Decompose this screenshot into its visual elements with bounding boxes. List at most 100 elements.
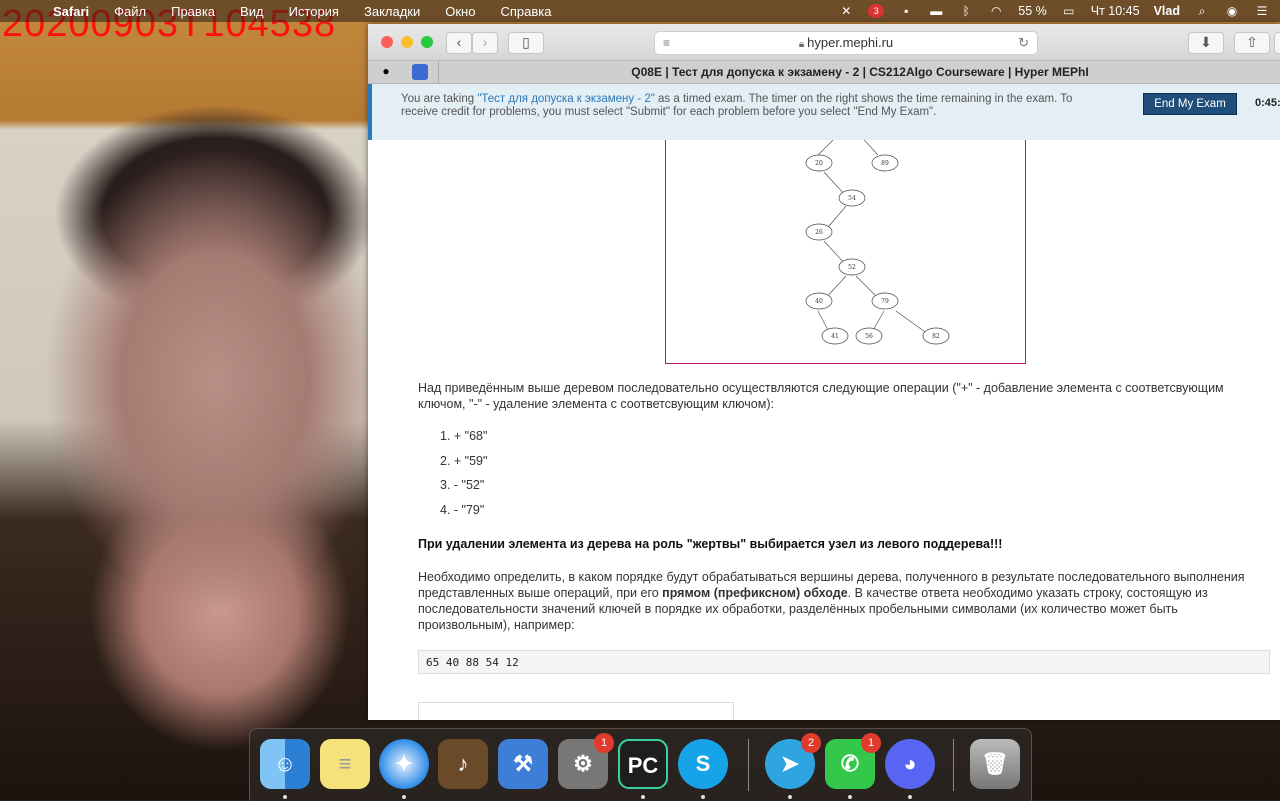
siri-icon[interactable]: ◉	[1224, 4, 1240, 18]
tree-node-label: 20	[815, 160, 823, 167]
new-tab-button[interactable]: +	[1274, 32, 1280, 54]
finder-icon[interactable]: ☺	[260, 739, 310, 789]
running-indicator	[701, 795, 705, 799]
running-indicator	[641, 795, 645, 799]
downloads-button[interactable]: ⬇	[1188, 32, 1224, 54]
running-indicator	[283, 795, 287, 799]
xcode-icon[interactable]: ⚒	[498, 739, 548, 789]
tree-node-label: 26	[815, 229, 823, 236]
skype-icon[interactable]: S	[678, 739, 728, 789]
tree-node-label: 40	[815, 298, 823, 305]
dock-divider	[748, 739, 749, 791]
exam-banner-text: You are taking "Тест для допуска к экзам…	[401, 93, 1101, 119]
system-preferences-icon[interactable]: ⚙ 1	[558, 733, 614, 789]
window-minimize-button[interactable]	[401, 36, 413, 48]
dock-divider	[953, 739, 954, 791]
battery-percent[interactable]: 55 %	[1018, 4, 1047, 18]
chevron-left-icon: ‹	[456, 34, 462, 50]
menu-app-name[interactable]: Safari	[40, 4, 101, 19]
menu-history[interactable]: История	[276, 4, 351, 19]
browser-toolbar: ‹ › ▯ ≡ 🔒︎hyper.mephi.ru ↻ ⬇ ⇧ +	[368, 24, 1280, 61]
battery-icon[interactable]: ▭	[1061, 4, 1077, 18]
user-name[interactable]: Vlad	[1154, 4, 1180, 18]
chevron-right-icon: ›	[482, 34, 488, 50]
back-button[interactable]: ‹	[446, 32, 472, 54]
flag-icon[interactable]: ▬	[928, 4, 944, 18]
telegram-icon[interactable]: ➤ 2	[765, 733, 821, 789]
page-content: 20 89 54 26 52 40 79 41 56 82 Над привед…	[368, 140, 1280, 720]
notification-icon[interactable]: ▪	[898, 4, 914, 18]
operation-item: 3. - "52"	[440, 478, 485, 492]
notification-center-icon[interactable]: ☰	[1254, 4, 1270, 18]
badge: 2	[801, 733, 821, 753]
exam-text-before: You are taking	[401, 93, 478, 105]
running-indicator	[788, 795, 792, 799]
lock-icon: 🔒︎	[798, 39, 805, 50]
operations-list: 1. + "68" 2. + "59" 3. - "52" 4. - "79"	[440, 428, 487, 526]
menu-window[interactable]: Окно	[432, 4, 487, 19]
share-icon: ⇧	[1246, 34, 1258, 50]
wifi-icon[interactable]: ◠	[988, 4, 1004, 18]
address-bar[interactable]: ≡ 🔒︎ hyper.mephi.ru ↻	[654, 31, 1038, 55]
tree-node-label: 52	[848, 264, 856, 271]
exam-link[interactable]: "Тест для допуска к экзамену - 2"	[477, 93, 655, 105]
address-text: hyper.mephi.ru	[807, 35, 894, 50]
tree-node-label: 56	[865, 333, 873, 340]
dock: ☺ ≡ ✦ ♪ ⚒ ⚙ 1 PC S ➤ 2 ✆ 1 ◕ 🗑︎	[249, 728, 1032, 801]
operation-item: 1. + "68"	[440, 429, 488, 443]
safari-icon[interactable]: ✦	[379, 739, 429, 789]
tree-node-label: 82	[932, 333, 940, 340]
sidebar-toggle-button[interactable]: ▯	[508, 32, 544, 54]
answer-input[interactable]	[418, 702, 734, 720]
badge: 1	[861, 733, 881, 753]
yandex-icon[interactable]: 3	[868, 4, 885, 18]
running-indicator	[848, 795, 852, 799]
active-tab[interactable]: Q08E | Тест для допуска к экзамену - 2 |…	[440, 61, 1280, 83]
menu-help[interactable]: Справка	[487, 4, 563, 19]
tab-separator	[438, 61, 439, 83]
instructions-bold: прямом (префиксном) обходе	[662, 586, 848, 600]
menu-view[interactable]: Вид	[227, 4, 276, 19]
menu-bar: Safari Файл Правка Вид История Закладки …	[0, 0, 1280, 22]
notes-icon[interactable]: ≡	[320, 739, 370, 789]
operation-item: 2. + "59"	[440, 453, 488, 468]
instructions-text: Необходимо определить, в каком порядке б…	[418, 569, 1268, 633]
tree-node-label: 89	[881, 160, 889, 167]
bluetooth-icon[interactable]: ᛒ	[958, 4, 974, 18]
window-close-button[interactable]	[381, 36, 393, 48]
tree-node-label: 41	[831, 333, 839, 340]
exam-timer: 0:45:	[1255, 97, 1280, 109]
facetime-icon[interactable]: ✆ 1	[825, 733, 881, 789]
spotlight-search-icon[interactable]: ⌕	[1194, 4, 1210, 18]
tools-icon[interactable]: ✕	[838, 4, 854, 18]
clock[interactable]: Чт 10:45	[1091, 4, 1140, 18]
example-code: 65 40 88 54 12	[418, 650, 1270, 674]
forward-button[interactable]: ›	[472, 32, 498, 54]
tab-bar: ● Q08E | Тест для допуска к экзамену - 2…	[368, 61, 1280, 84]
safari-window: ‹ › ▯ ≡ 🔒︎hyper.mephi.ru ↻ ⬇ ⇧ + ● Q08E …	[368, 24, 1280, 720]
running-indicator	[402, 795, 406, 799]
reload-icon[interactable]: ↻	[1018, 32, 1029, 54]
pycharm-icon[interactable]: PC	[618, 739, 668, 789]
share-button[interactable]: ⇧	[1234, 32, 1270, 54]
menu-bookmarks[interactable]: Закладки	[351, 4, 432, 19]
tree-diagram: 20 89 54 26 52 40 79 41 56 82	[665, 140, 1026, 364]
menu-edit[interactable]: Правка	[158, 4, 227, 19]
download-icon: ⬇	[1200, 34, 1212, 50]
operation-item: 4. - "79"	[440, 502, 485, 517]
question-intro: Над приведённым выше деревом последовате…	[418, 381, 1224, 411]
warning-text: При удалении элемента из дерева на роль …	[418, 537, 1003, 551]
menu-file[interactable]: Файл	[101, 4, 158, 19]
tree-node-label: 79	[881, 298, 889, 305]
discord-icon[interactable]: ◕	[885, 739, 935, 789]
trash-icon[interactable]: 🗑︎	[970, 739, 1020, 789]
tree-svg: 20 89 54 26 52 40 79 41 56 82	[805, 140, 950, 345]
tab-favicon-2-icon[interactable]	[412, 64, 428, 80]
tab-favicon-icon[interactable]: ●	[378, 64, 394, 80]
window-maximize-button[interactable]	[421, 36, 433, 48]
badge: 1	[594, 733, 614, 753]
end-exam-button[interactable]: End My Exam	[1143, 93, 1237, 115]
garageband-icon[interactable]: ♪	[438, 739, 488, 789]
tree-node-label: 54	[848, 195, 856, 202]
reader-icon[interactable]: ≡	[663, 32, 670, 54]
